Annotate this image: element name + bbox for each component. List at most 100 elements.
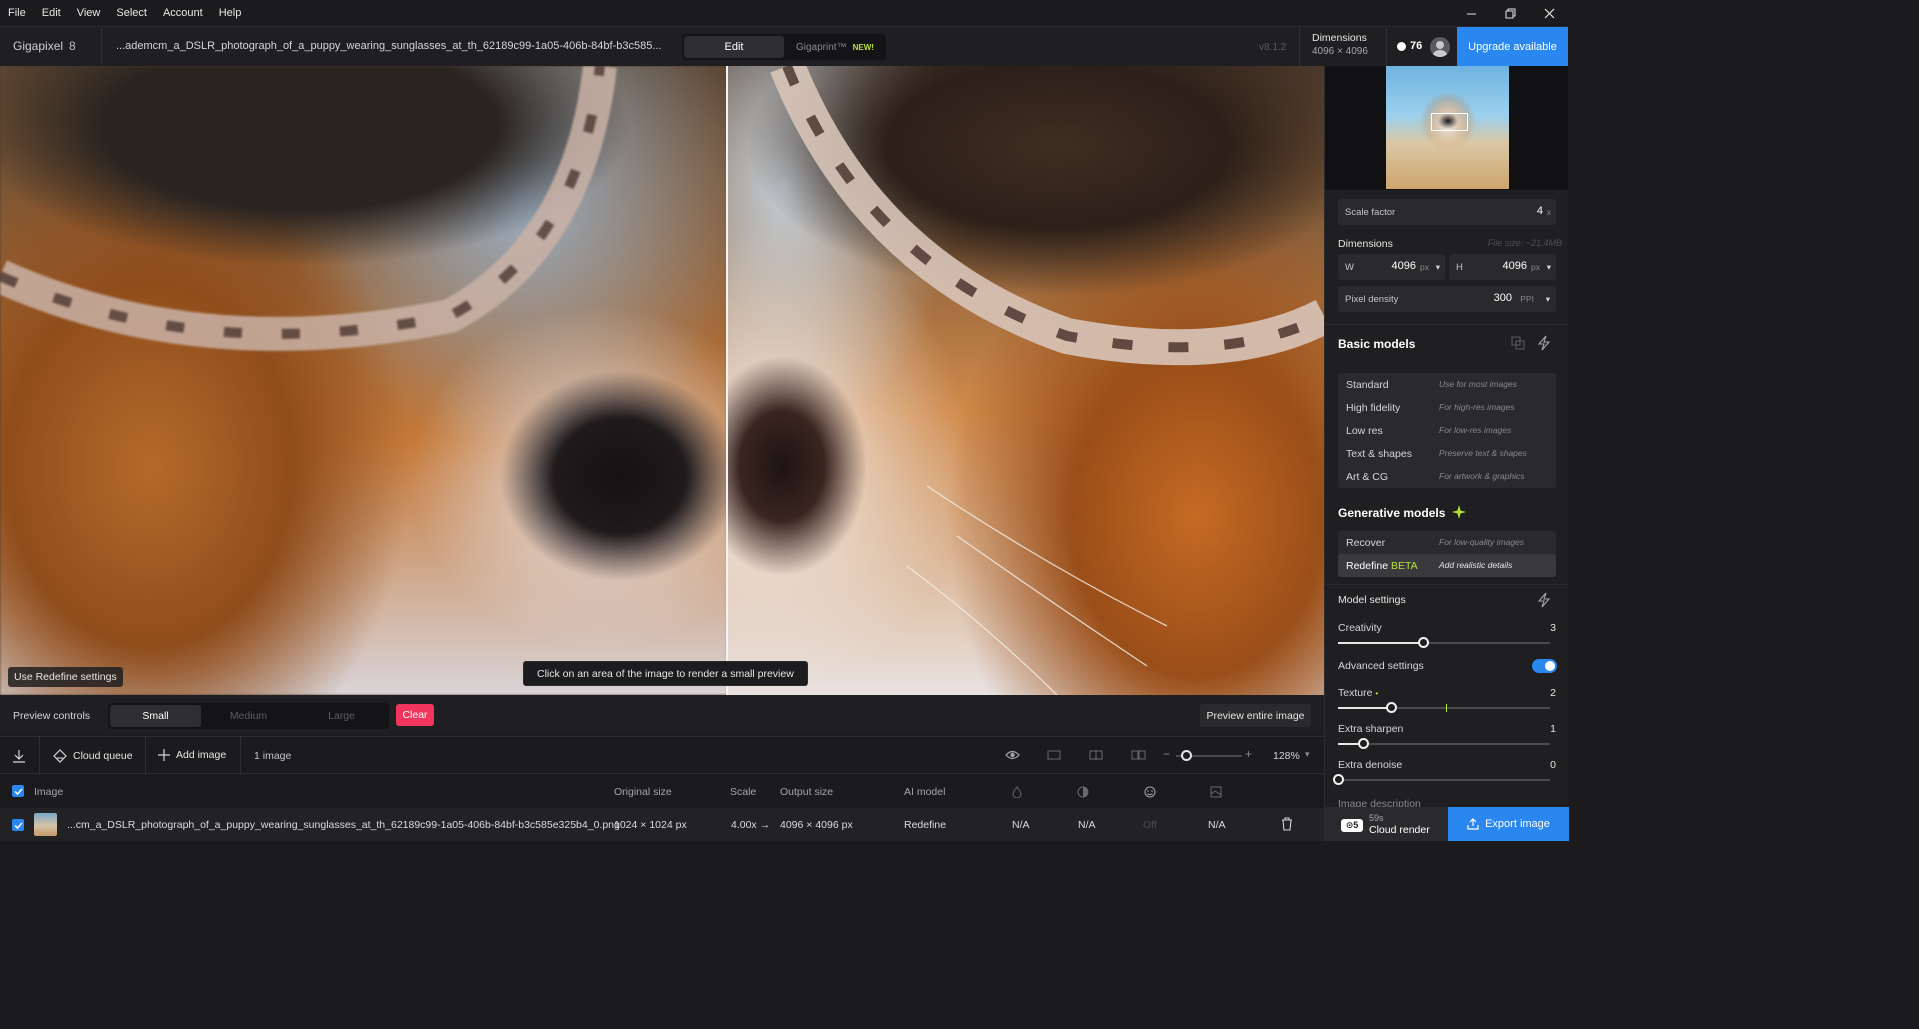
model-name: High fidelity: [1346, 402, 1401, 414]
model-standard[interactable]: Standard Use for most images: [1338, 373, 1556, 396]
col-ai-model[interactable]: AI model: [904, 786, 945, 798]
row-face-recovery: Off: [1143, 819, 1157, 831]
menu-file[interactable]: File: [0, 7, 34, 19]
col-denoise-icon: [1012, 786, 1022, 801]
width-value: 4096: [1391, 260, 1416, 272]
add-image-button[interactable]: Add image: [158, 749, 226, 761]
avatar[interactable]: [1430, 37, 1450, 57]
app-name: Gigapixel: [13, 39, 64, 53]
cloud-render-button[interactable]: ⊙5 59s Cloud render: [1325, 807, 1448, 841]
minimize-button[interactable]: [1452, 0, 1490, 26]
texture-slider[interactable]: [1338, 702, 1550, 713]
table-row[interactable]: ...cm_a_DSLR_photograph_of_a_puppy_weari…: [0, 808, 1324, 841]
height-value: 4096: [1502, 260, 1527, 272]
cloud-queue-button[interactable]: Cloud queue: [53, 749, 133, 763]
split-view-button[interactable]: [1089, 749, 1103, 764]
image-viewport[interactable]: Use Redefine settings Click on an area o…: [0, 66, 1324, 695]
lighting-icon: [1210, 786, 1222, 798]
export-bar: ⊙5 59s Cloud render Export image: [1324, 807, 1569, 841]
advanced-settings-toggle[interactable]: [1532, 659, 1557, 673]
row-thumbnail: [34, 813, 57, 836]
export-image-button[interactable]: Export image: [1448, 807, 1569, 841]
preview-entire-image-button[interactable]: Preview entire image: [1200, 704, 1311, 727]
row-lighting: N/A: [1208, 819, 1226, 831]
original-image-pane[interactable]: [0, 66, 727, 695]
close-window-button[interactable]: [1530, 0, 1568, 26]
scale-factor-value: 4: [1536, 205, 1543, 217]
navigator-viewport-rect[interactable]: [1431, 113, 1468, 131]
menu-account[interactable]: Account: [155, 7, 211, 19]
col-original-size[interactable]: Original size: [614, 786, 672, 798]
model-name-text: Redefine: [1346, 560, 1389, 572]
download-button[interactable]: [12, 749, 32, 763]
select-all-checkbox[interactable]: [12, 785, 24, 797]
col-scale[interactable]: Scale: [730, 786, 756, 798]
height-field[interactable]: H 4096 px ▾: [1449, 254, 1556, 280]
preview-size-selector: Small Medium Large: [108, 703, 389, 729]
redefine-settings-tag[interactable]: Use Redefine settings: [8, 667, 123, 687]
texture-slider-knob[interactable]: [1386, 702, 1397, 713]
width-field[interactable]: W 4096 px ▾: [1338, 254, 1445, 280]
pixel-density-field[interactable]: Pixel density 300 PPI ▾: [1338, 286, 1556, 312]
model-recover[interactable]: Recover For low-quality images: [1338, 531, 1556, 554]
side-by-side-view-button[interactable]: [1131, 749, 1146, 764]
zoom-slider-knob[interactable]: [1181, 750, 1192, 761]
delete-row-button[interactable]: [1281, 817, 1293, 834]
row-checkbox[interactable]: [12, 819, 24, 831]
model-redefine[interactable]: Redefine BETA Add realistic details: [1338, 554, 1556, 577]
cloud-queue-label: Cloud queue: [73, 750, 133, 762]
row-scale: 4.00x →: [731, 819, 770, 831]
menu-select[interactable]: Select: [108, 7, 155, 19]
advanced-settings-label: Advanced settings: [1338, 660, 1424, 672]
mode-switch: Edit Gigaprint™ NEW!: [682, 34, 886, 60]
basic-models-title: Basic models: [1338, 337, 1416, 351]
reset-settings-button[interactable]: [1537, 592, 1551, 611]
menu-help[interactable]: Help: [211, 7, 250, 19]
preview-toggle-button[interactable]: [1005, 749, 1020, 764]
extra-sharpen-slider[interactable]: [1338, 738, 1550, 749]
model-low-res[interactable]: Low res For low-res images: [1338, 419, 1556, 442]
model-settings-title: Model settings: [1338, 594, 1406, 606]
restore-button[interactable]: [1491, 0, 1529, 26]
upgrade-button[interactable]: Upgrade available: [1457, 27, 1568, 67]
toolbar-divider: [39, 737, 40, 775]
navigator[interactable]: [1325, 66, 1568, 190]
single-view-button[interactable]: [1047, 749, 1061, 764]
menu-edit[interactable]: Edit: [34, 7, 69, 19]
menu-view[interactable]: View: [69, 7, 109, 19]
cloud-icon: [53, 749, 67, 763]
scale-factor-field[interactable]: Scale factor 4 x: [1338, 199, 1556, 225]
model-text-shapes[interactable]: Text & shapes Preserve text & shapes: [1338, 442, 1556, 465]
row-filename: ...cm_a_DSLR_photograph_of_a_puppy_weari…: [67, 819, 620, 831]
preview-size-large[interactable]: Large: [296, 705, 387, 727]
col-output-size[interactable]: Output size: [780, 786, 833, 798]
row-denoise: N/A: [1012, 819, 1030, 831]
auto-pilot-button[interactable]: [1537, 335, 1551, 354]
model-desc: For high-res images: [1439, 402, 1515, 412]
extra-denoise-slider-knob[interactable]: [1333, 774, 1344, 785]
col-face-icon: [1144, 786, 1156, 801]
model-art-cg[interactable]: Art & CG For artwork & graphics: [1338, 465, 1556, 488]
zoom-level[interactable]: 128%: [1273, 750, 1300, 762]
tab-edit[interactable]: Edit: [684, 36, 784, 58]
tab-gigaprint[interactable]: Gigaprint™ NEW!: [796, 36, 874, 58]
clear-button[interactable]: Clear: [396, 704, 434, 726]
preview-size-medium[interactable]: Medium: [203, 705, 294, 727]
zoom-out-button[interactable]: −: [1163, 747, 1170, 761]
model-high-fidelity[interactable]: High fidelity For high-res images: [1338, 396, 1556, 419]
row-sharpen: N/A: [1078, 819, 1096, 831]
extra-sharpen-slider-knob[interactable]: [1358, 738, 1369, 749]
compare-models-button[interactable]: [1511, 336, 1525, 353]
comparison-split-handle[interactable]: [726, 66, 728, 695]
export-label: Export image: [1485, 818, 1550, 830]
chevron-down-icon[interactable]: ▾: [1305, 749, 1310, 760]
zoom-in-button[interactable]: +: [1245, 747, 1252, 761]
row-output-size: 4096 × 4096 px: [780, 819, 853, 831]
preview-size-small[interactable]: Small: [110, 705, 201, 727]
creativity-slider[interactable]: [1338, 637, 1550, 648]
extra-denoise-slider[interactable]: [1333, 774, 1550, 785]
creativity-slider-knob[interactable]: [1418, 637, 1429, 648]
col-image[interactable]: Image: [34, 786, 63, 798]
credits-counter[interactable]: 76: [1397, 40, 1422, 52]
upscaled-image-pane[interactable]: [727, 66, 1324, 695]
